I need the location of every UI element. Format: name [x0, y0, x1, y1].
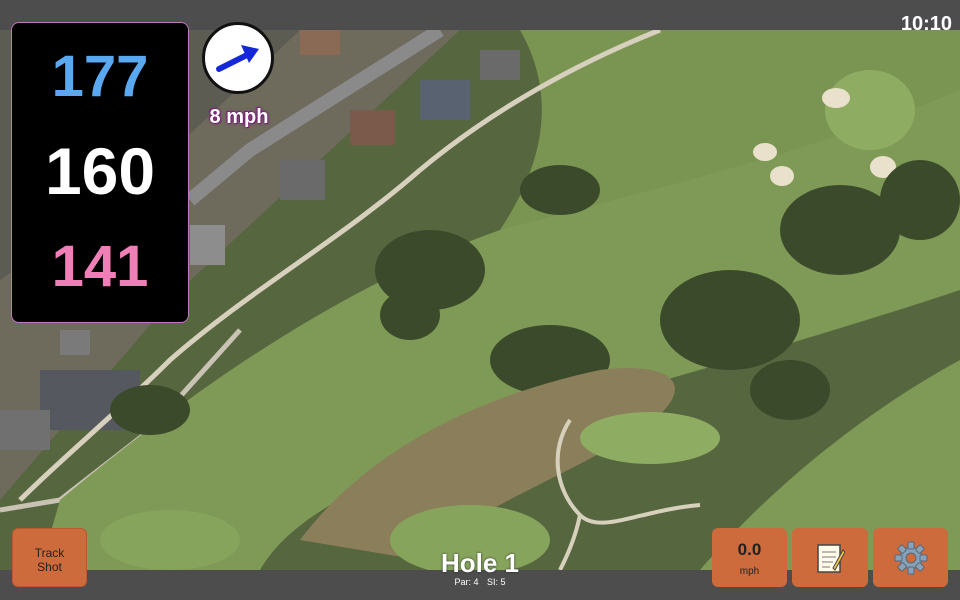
yardage-panel: 177 160 141: [11, 22, 189, 323]
speed-value: 0.0: [737, 540, 762, 559]
track-shot-label-line1: Track: [34, 546, 65, 560]
gear-icon: [894, 541, 927, 574]
hole-stroke-index: SI: 5: [487, 577, 506, 587]
notes-button[interactable]: [792, 528, 868, 587]
wind-indicator: [202, 22, 274, 94]
front-yardage: 141: [51, 234, 149, 299]
hole-title: Hole 1: [440, 548, 520, 578]
back-yardage: 177: [51, 44, 149, 109]
speed-unit: mph: [739, 566, 760, 577]
settings-button[interactable]: [873, 528, 948, 587]
hole-info: Par: 4 SI: 5: [400, 577, 560, 587]
wind-direction-arrow-icon: [216, 45, 259, 72]
track-shot-label-line2: Shot: [37, 560, 62, 574]
hole-par: Par: 4: [454, 577, 479, 587]
middle-yardage: 160: [44, 134, 156, 208]
speed-button[interactable]: 0.0 mph: [712, 528, 787, 587]
wind-speed: 8 mph: [209, 106, 269, 128]
notepad-icon: [817, 543, 845, 573]
track-shot-button[interactable]: Track Shot: [12, 528, 87, 587]
